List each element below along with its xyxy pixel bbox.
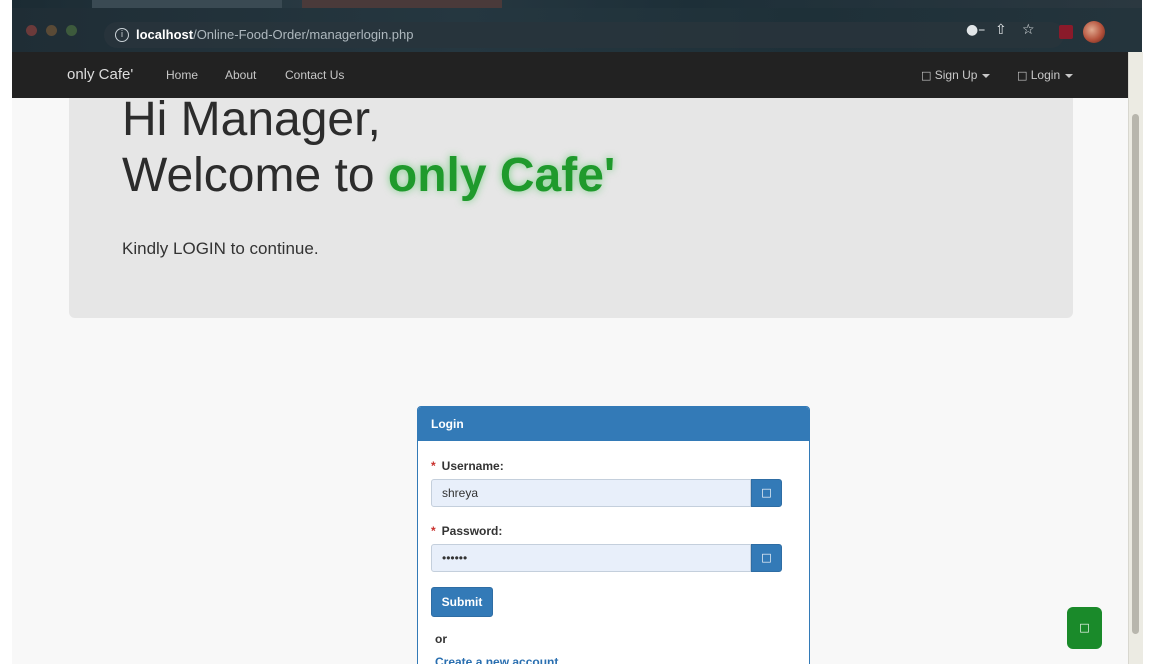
signup-dropdown[interactable]: □ Sign Up (921, 68, 991, 82)
password-label-text: Password: (441, 524, 503, 538)
create-account-link[interactable]: Create a new account. (435, 655, 562, 664)
navbar: only Cafe' Home About Contact Us □ Sign … (12, 52, 1128, 98)
password-label: * Password: (431, 524, 502, 538)
login-icon: □ (1017, 69, 1028, 82)
welcome-jumbotron: Hi Manager, Welcome to only Cafe' Kindly… (69, 93, 1073, 318)
hero-subtitle: Kindly LOGIN to continue. (122, 239, 319, 258)
share-icon[interactable]: ⇧ (995, 22, 1007, 38)
login-label: Login (1030, 68, 1061, 82)
signup-icon: □ (921, 69, 932, 82)
nav-link-about[interactable]: About (225, 68, 256, 82)
maximize-window-icon[interactable] (66, 25, 77, 36)
login-dropdown[interactable]: □ Login (1017, 68, 1074, 82)
scrollbar-thumb[interactable] (1132, 114, 1139, 634)
or-separator: or (435, 632, 447, 646)
extension-icon[interactable] (1059, 25, 1073, 39)
hero-greeting: Hi Manager, (122, 93, 381, 146)
scrollbar[interactable] (1128, 52, 1143, 664)
login-panel-title: Login (431, 417, 464, 431)
navbar-brand[interactable]: only Cafe' (67, 66, 133, 83)
signup-label: Sign Up (934, 68, 978, 82)
close-window-icon[interactable] (26, 25, 37, 36)
username-input[interactable] (431, 479, 751, 507)
info-icon[interactable]: i (115, 28, 129, 42)
required-mark: * (431, 459, 436, 473)
floating-action-button[interactable]: □ (1067, 607, 1102, 649)
submit-button[interactable]: Submit (431, 587, 493, 617)
password-addon-icon: □ (751, 544, 782, 572)
page-viewport: Hi Manager, Welcome to only Cafe' Kindly… (12, 52, 1128, 664)
profile-avatar[interactable] (1083, 21, 1105, 43)
address-url[interactable]: localhost/Online-Food-Order/managerlogin… (136, 27, 413, 42)
password-input[interactable] (431, 544, 751, 572)
browser-tab-strip (12, 0, 1142, 8)
key-icon[interactable]: ●– (966, 22, 985, 38)
username-addon-icon: □ (751, 479, 782, 507)
username-label: * Username: (431, 459, 504, 473)
login-panel: Login * Username: □ * Password: □ Submit o… (417, 406, 810, 664)
username-label-text: Username: (441, 459, 504, 473)
nav-link-home[interactable]: Home (166, 68, 198, 82)
required-mark: * (431, 524, 436, 538)
caret-down-icon (1065, 73, 1074, 78)
url-host: localhost (136, 27, 194, 42)
browser-toolbar: i localhost/Online-Food-Order/managerlog… (12, 8, 1142, 52)
login-panel-heading: Login (418, 407, 809, 441)
hero-brand-name: only Cafe' (387, 149, 616, 202)
hero-welcome: Welcome to only Cafe' (122, 148, 615, 203)
nav-link-contact[interactable]: Contact Us (285, 68, 344, 82)
browser-tab[interactable] (92, 0, 282, 8)
browser-tab[interactable] (302, 0, 502, 8)
address-bar[interactable]: i localhost/Online-Food-Order/managerlog… (104, 22, 1064, 48)
caret-down-icon (982, 73, 991, 78)
star-icon[interactable]: ☆ (1022, 22, 1035, 38)
hero-welcome-prefix: Welcome to (122, 149, 388, 202)
url-path: /Online-Food-Order/managerlogin.php (193, 27, 414, 42)
minimize-window-icon[interactable] (46, 25, 57, 36)
